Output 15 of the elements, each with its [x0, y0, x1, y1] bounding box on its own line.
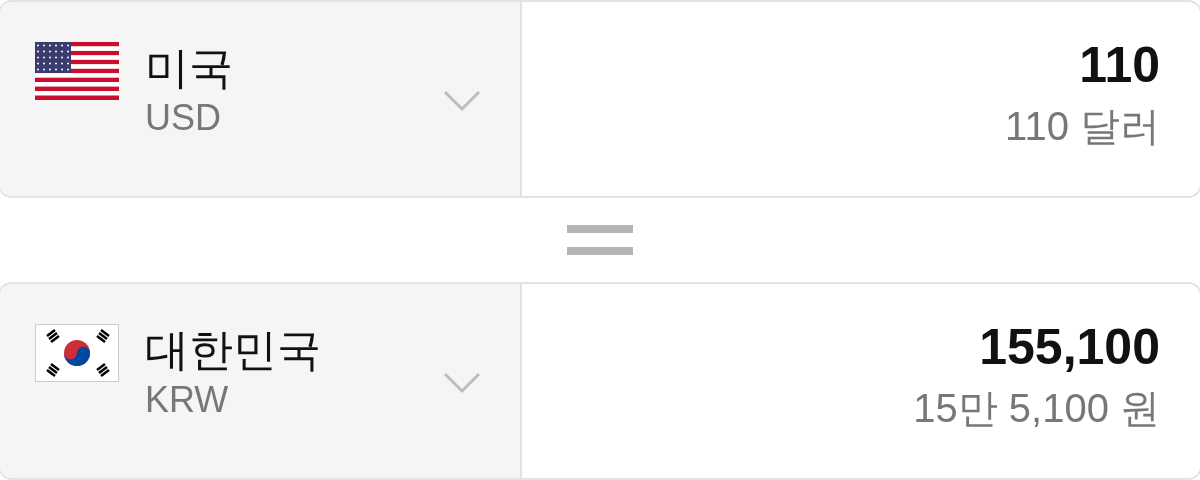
flag-icon — [35, 42, 119, 100]
amount-input[interactable]: 110 — [1079, 34, 1160, 96]
flag-icon — [35, 324, 119, 382]
chevron-down-icon — [443, 90, 481, 112]
amount-in-words: 15만 5,100 원 — [913, 385, 1160, 432]
currency-selector[interactable]: 미국 USD — [0, 2, 522, 196]
currency-selector[interactable]: 대한민국 KRW — [0, 284, 522, 478]
chevron-down-icon — [443, 372, 481, 394]
country-name: 미국 — [145, 42, 233, 94]
currency-code: USD — [145, 96, 222, 140]
equals-icon — [567, 225, 633, 255]
amount-in-words: 110 달러 — [1005, 103, 1160, 150]
amount-input[interactable]: 155,100 — [979, 316, 1160, 378]
currency-code: KRW — [145, 378, 230, 422]
country-name: 대한민국 — [145, 324, 321, 376]
